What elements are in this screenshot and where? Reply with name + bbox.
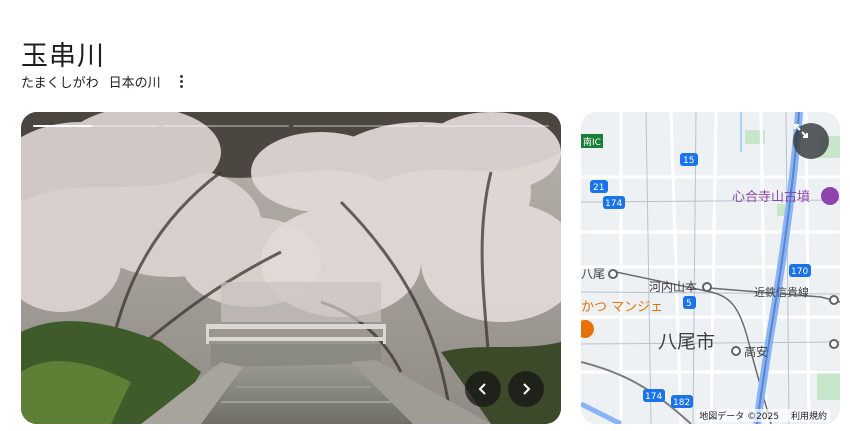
previous-photo-button[interactable] [465, 371, 501, 407]
svg-text:170: 170 [791, 267, 808, 277]
poi-label-kofun: 心合寺山古墳 [732, 190, 810, 205]
gallery-progress [33, 125, 549, 127]
route-badge: 15 [680, 153, 698, 166]
rail-line-label: 近鉄信貴線 [754, 285, 809, 299]
more-options-button[interactable] [175, 73, 189, 91]
map-data-credit: 地図データ ©2025 [699, 412, 779, 422]
svg-text:174: 174 [605, 199, 622, 209]
more-dot-icon [180, 85, 184, 88]
route-badge: 21 [590, 180, 608, 193]
subtitle-row: たまくしがわ 日本の川 [21, 72, 189, 91]
map-canvas: 南IC 15 21 174 170 5 174 182 心合寺山古墳 八尾 河内… [581, 112, 840, 424]
progress-segment [293, 125, 419, 127]
terms-link[interactable]: 利用規約 [791, 409, 827, 422]
route-badge: 174 [603, 196, 625, 209]
station-label: 高安 [744, 344, 768, 359]
progress-segment [163, 125, 289, 127]
city-label: 八尾市 [658, 331, 715, 353]
poi-marker [821, 187, 839, 205]
more-dot-icon [180, 80, 184, 83]
svg-text:15: 15 [683, 156, 694, 166]
poi-label-restaurant: かつ マンジェ [581, 300, 663, 315]
chevron-right-icon [523, 383, 531, 395]
expand-map-button[interactable] [793, 123, 829, 159]
route-badge: 182 [671, 395, 693, 408]
category-text: 日本の川 [108, 76, 161, 91]
svg-text:5: 5 [686, 299, 692, 309]
station-marker [731, 346, 741, 356]
svg-text:174: 174 [645, 392, 662, 402]
page-title: 玉串川 [21, 41, 105, 72]
map-preview[interactable]: 南IC 15 21 174 170 5 174 182 心合寺山古墳 八尾 河内… [581, 112, 840, 424]
progress-segment [33, 125, 159, 127]
route-badge: 5 [683, 296, 696, 309]
station-marker [608, 269, 618, 279]
station-marker [829, 339, 839, 349]
station-marker [702, 282, 712, 292]
more-dot-icon [180, 75, 184, 78]
interchange-label: 南IC [583, 136, 601, 148]
park-area [817, 370, 840, 400]
route-badge: 170 [789, 264, 811, 277]
svg-text:182: 182 [673, 398, 690, 408]
progress-fill [33, 125, 93, 127]
station-label: 八尾 [581, 267, 605, 281]
chevron-left-icon [478, 383, 486, 395]
svg-text:21: 21 [593, 183, 604, 193]
reading-text: たまくしがわ [21, 76, 99, 91]
park-area [777, 204, 785, 216]
station-marker [829, 295, 839, 305]
station-label: 河内山本 [649, 280, 697, 294]
route-badge: 174 [643, 389, 665, 402]
next-photo-button[interactable] [508, 371, 544, 407]
progress-segment [423, 125, 549, 127]
map-attribution: 地図データ ©2025 利用規約 [696, 409, 830, 422]
photo-gallery[interactable] [21, 112, 561, 424]
expand-icon [794, 124, 808, 138]
